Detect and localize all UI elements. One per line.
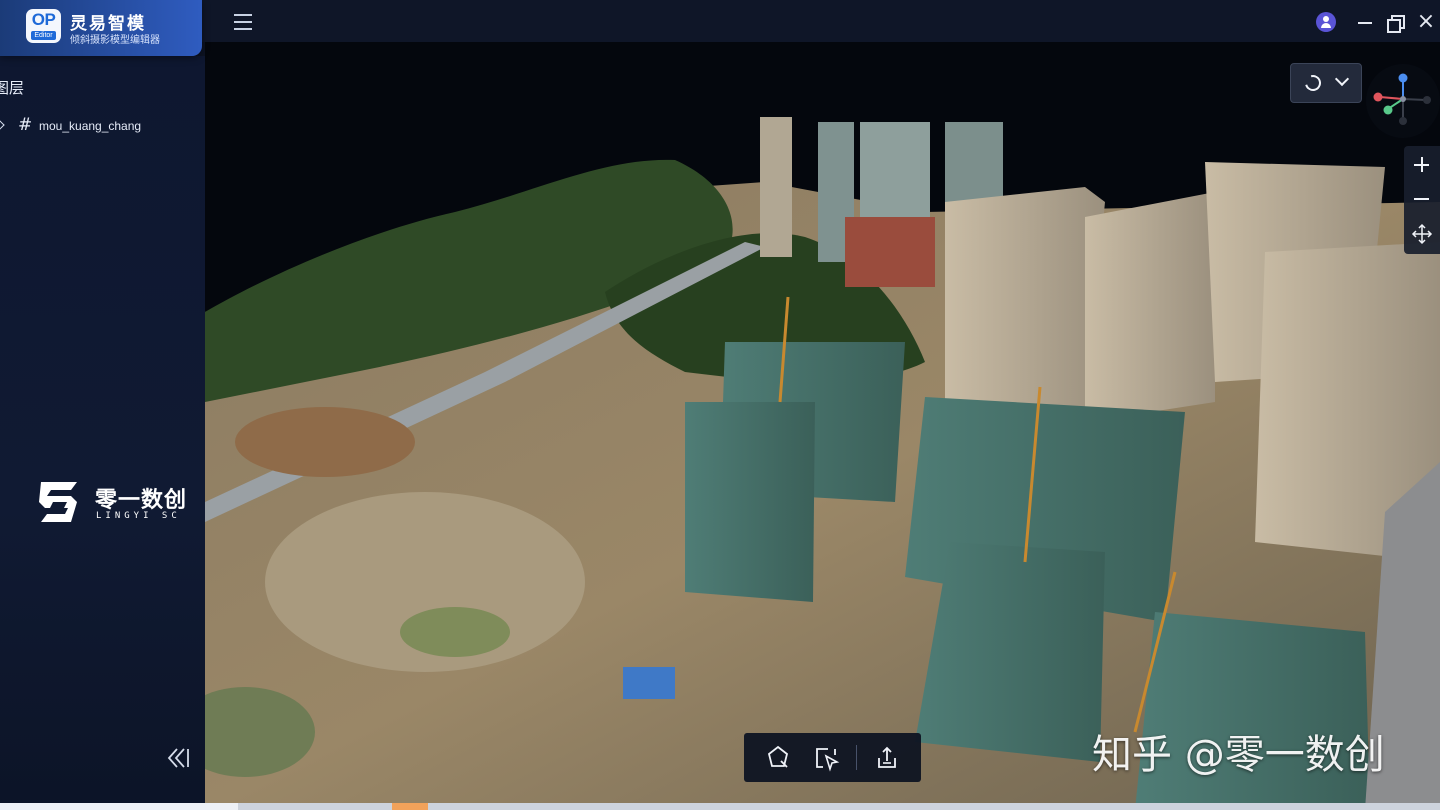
app-subtitle: 倾斜摄影模型编辑器 <box>70 35 160 46</box>
polygon-select-icon[interactable] <box>763 743 793 773</box>
restore-window-icon[interactable] <box>1386 12 1406 33</box>
view-mode-dropdown[interactable] <box>1290 63 1362 103</box>
collapse-panel-icon[interactable] <box>166 746 192 770</box>
axis-gizmo[interactable] <box>1366 64 1440 138</box>
zoom-in-icon[interactable] <box>1404 148 1440 182</box>
hamburger-menu-icon[interactable] <box>230 11 256 33</box>
company-logo: 零一数创 LINGYI SC <box>37 480 197 524</box>
minimize-icon[interactable] <box>1356 12 1376 32</box>
layer-name: mou_kuang_chang <box>39 119 142 133</box>
status-segment <box>0 803 238 810</box>
orbit-icon <box>1302 72 1324 94</box>
chevron-down-icon <box>1334 71 1350 87</box>
logo-sub: Editor <box>31 31 56 40</box>
3d-viewport[interactable] <box>205 42 1440 810</box>
hash-icon: # <box>18 115 33 135</box>
watermark-text: 知乎 @零一数创 <box>1092 732 1385 778</box>
pointer-select-icon[interactable] <box>811 743 841 773</box>
navigation-toolbar <box>1404 146 1440 254</box>
lingyi-logo-icon <box>39 482 77 522</box>
close-icon[interactable]: × <box>1416 11 1436 33</box>
status-bar <box>0 803 1440 810</box>
logo-text: OP <box>31 10 56 29</box>
layer-panel: 图层 # mou_kuang_chang 零一数创 LINGYI SC <box>0 56 205 810</box>
pan-icon[interactable] <box>1404 217 1440 251</box>
bottom-toolbar <box>744 733 921 782</box>
zoom-out-icon[interactable] <box>1404 182 1440 216</box>
chevron-right-icon[interactable] <box>0 119 5 131</box>
export-icon[interactable] <box>872 743 902 773</box>
user-avatar-icon[interactable] <box>1316 12 1336 32</box>
panel-title: 图层 <box>0 79 25 97</box>
layer-item[interactable]: # mou_kuang_chang <box>0 114 205 140</box>
status-segment-highlight <box>392 803 428 810</box>
app-logo: OP Editor <box>26 9 61 43</box>
company-name-en: LINGYI SC <box>96 511 181 521</box>
title-bar: × <box>0 0 1440 42</box>
oblique-photography-model[interactable] <box>205 42 1440 810</box>
company-name-cn: 零一数创 <box>95 488 188 513</box>
toolbar-divider <box>856 745 857 770</box>
app-brand: OP Editor 灵易智模 倾斜摄影模型编辑器 <box>0 0 202 56</box>
